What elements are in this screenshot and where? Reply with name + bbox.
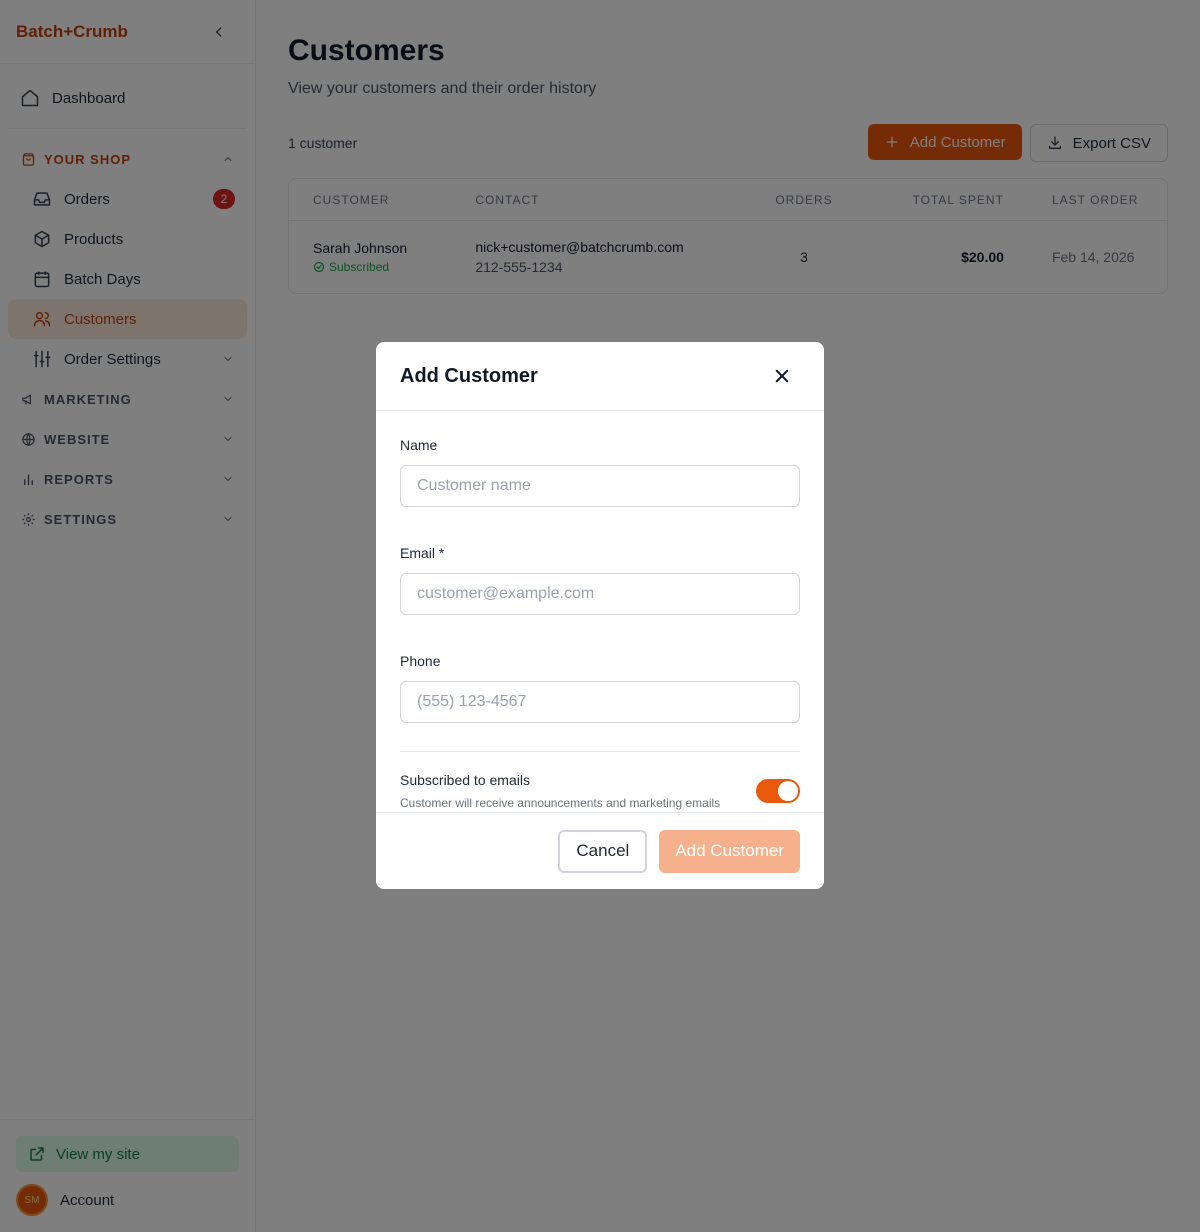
dialog-header: Add Customer <box>376 342 824 411</box>
dialog-title: Add Customer <box>400 364 538 387</box>
phone-field-group: Phone <box>400 653 800 723</box>
name-field-group: Name <box>400 437 800 507</box>
subscribe-row: Subscribed to emails Customer will recei… <box>400 772 800 810</box>
subscribe-description: Customer will receive announcements and … <box>400 796 721 810</box>
email-field-group: Email * <box>400 545 800 615</box>
add-customer-dialog: Add Customer Name Email * Phone Subscrib… <box>376 342 824 889</box>
subscribe-label: Subscribed to emails <box>400 772 530 788</box>
close-icon[interactable] <box>770 364 794 388</box>
email-input[interactable] <box>400 573 800 615</box>
email-label: Email * <box>400 545 445 561</box>
subscribe-text: Subscribed to emails Customer will recei… <box>400 772 720 810</box>
name-label: Name <box>400 437 438 453</box>
dialog-footer: Cancel Add Customer <box>376 812 824 889</box>
phone-input[interactable] <box>400 681 800 723</box>
subscribe-toggle[interactable] <box>756 779 800 803</box>
toggle-knob <box>778 781 798 801</box>
divider <box>400 751 800 752</box>
phone-label: Phone <box>400 653 441 669</box>
name-input[interactable] <box>400 465 800 507</box>
submit-add-customer-button[interactable]: Add Customer <box>659 829 800 873</box>
dialog-body: Name Email * Phone Subscribed to emails … <box>376 411 824 810</box>
cancel-button[interactable]: Cancel <box>558 829 648 873</box>
